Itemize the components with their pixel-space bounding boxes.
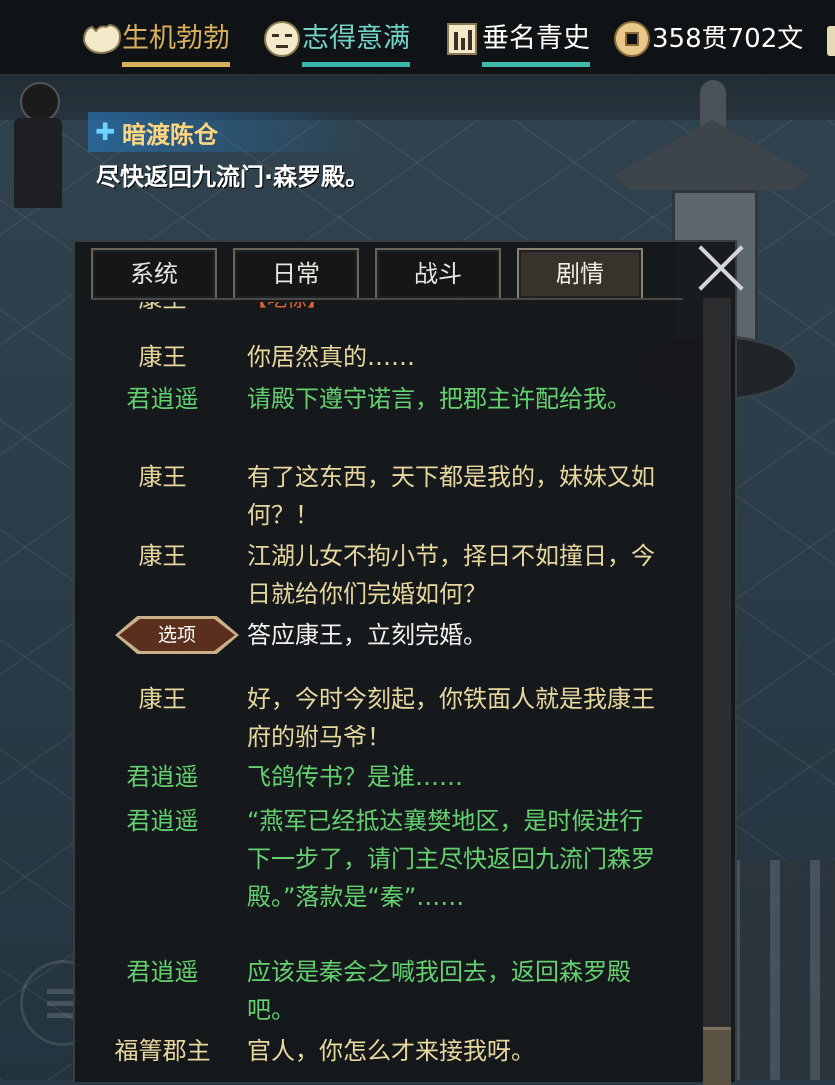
copper-coin-icon xyxy=(612,19,652,59)
mood-status[interactable]: 志得意满 xyxy=(262,16,410,67)
speaker-name: 君逍遥 xyxy=(126,958,199,986)
log-text: 【吃惊】 xyxy=(247,302,657,318)
tower-roof xyxy=(612,120,812,190)
log-scrollbar[interactable] xyxy=(703,298,731,1082)
quest-title: 暗渡陈仓 xyxy=(122,120,218,149)
log-text: 官人，你怎么才来接我呀。 xyxy=(247,1037,535,1065)
fame-stele-icon xyxy=(442,19,482,59)
option-badge-label: 选项 xyxy=(157,624,196,646)
mood-label: 志得意满 xyxy=(302,19,410,67)
log-text: 飞鸽传书？是谁…… xyxy=(247,763,463,791)
quest-tracker[interactable]: ✚ 暗渡陈仓 尽快返回九流门·森罗殿。 xyxy=(88,112,388,196)
log-tabs: 系统 日常 战斗 剧情 xyxy=(91,248,643,300)
fame-status[interactable]: 垂名青史 xyxy=(442,16,590,67)
log-text: 应该是秦会之喊我回去，返回森罗殿吧。 xyxy=(247,958,631,1024)
option-badge: 选项 xyxy=(115,616,239,654)
speaker-name: 君逍遥 xyxy=(126,763,199,791)
money-status[interactable]: 358贯702文 xyxy=(612,16,803,62)
vitality-status[interactable]: 生机勃勃 xyxy=(82,16,230,67)
log-text: 好，今时今刻起，你铁面人就是我康王府的驸马爷！ xyxy=(247,685,655,751)
npc-body xyxy=(14,118,62,208)
log-text: 有了这东西，天下都是我的，妹妹又如何？！ xyxy=(247,463,655,529)
speaker-name: 康王 xyxy=(138,685,187,713)
tab-daily[interactable]: 日常 xyxy=(233,248,359,300)
speaker-name: 康王 xyxy=(138,542,187,570)
vitality-bar xyxy=(122,62,230,67)
mood-bar xyxy=(302,62,410,67)
muscle-arm-icon xyxy=(82,19,122,59)
speaker-name: 康王 xyxy=(75,302,250,318)
log-text: “燕军已经抵达襄樊地区，是时候进行下一步了，请门主尽快返回九流门森罗殿。”落款是… xyxy=(247,807,655,911)
vitality-label: 生机勃勃 xyxy=(122,19,230,67)
log-entries[interactable]: 康王 【吃惊】 康王 你居然真的…… 君逍遥 请殿下遵守诺言，把郡主许配给我。 … xyxy=(75,302,695,1082)
speaker-name: 福箐郡主 xyxy=(114,1037,211,1065)
dialogue-log-panel: 系统 日常 战斗 剧情 康王 【吃惊】 康王 你居然真的…… 君逍遥 请殿下遵守… xyxy=(73,240,737,1085)
tab-battle[interactable]: 战斗 xyxy=(375,248,501,300)
speaker-name: 君逍遥 xyxy=(126,385,199,413)
tab-story[interactable]: 剧情 xyxy=(517,248,643,300)
log-scrollbar-thumb[interactable] xyxy=(703,1027,731,1085)
npc-guard-character[interactable] xyxy=(6,70,70,220)
side-menu-icon[interactable] xyxy=(827,26,835,56)
plus-icon: ✚ xyxy=(94,118,116,146)
quest-title-row: ✚ 暗渡陈仓 xyxy=(88,112,368,152)
option-badge-inner: 选项 xyxy=(119,619,235,651)
stone-fence xyxy=(730,860,835,1080)
tab-system[interactable]: 系统 xyxy=(91,248,217,300)
calm-face-icon xyxy=(262,19,302,59)
speaker-name: 康王 xyxy=(138,343,187,371)
speaker-name: 康王 xyxy=(138,463,187,491)
npc-head xyxy=(20,82,60,122)
status-bar: 生机勃勃 志得意满 垂名青史 358贯702文 xyxy=(0,0,835,76)
log-text: 请殿下遵守诺言，把郡主许配给我。 xyxy=(247,385,631,413)
log-text: 你居然真的…… xyxy=(247,343,415,371)
tab-divider xyxy=(91,298,683,300)
money-label: 358贯702文 xyxy=(652,24,804,54)
speaker-name: 君逍遥 xyxy=(126,807,199,835)
option-text: 答应康王，立刻完婚。 xyxy=(247,621,487,649)
log-text: 江湖儿女不拘小节，择日不如撞日，今日就给你们完婚如何？ xyxy=(247,542,655,608)
close-icon[interactable] xyxy=(695,242,747,294)
fame-label: 垂名青史 xyxy=(482,19,590,67)
quest-description: 尽快返回九流门·森罗殿。 xyxy=(96,163,370,191)
fame-bar xyxy=(482,62,590,67)
